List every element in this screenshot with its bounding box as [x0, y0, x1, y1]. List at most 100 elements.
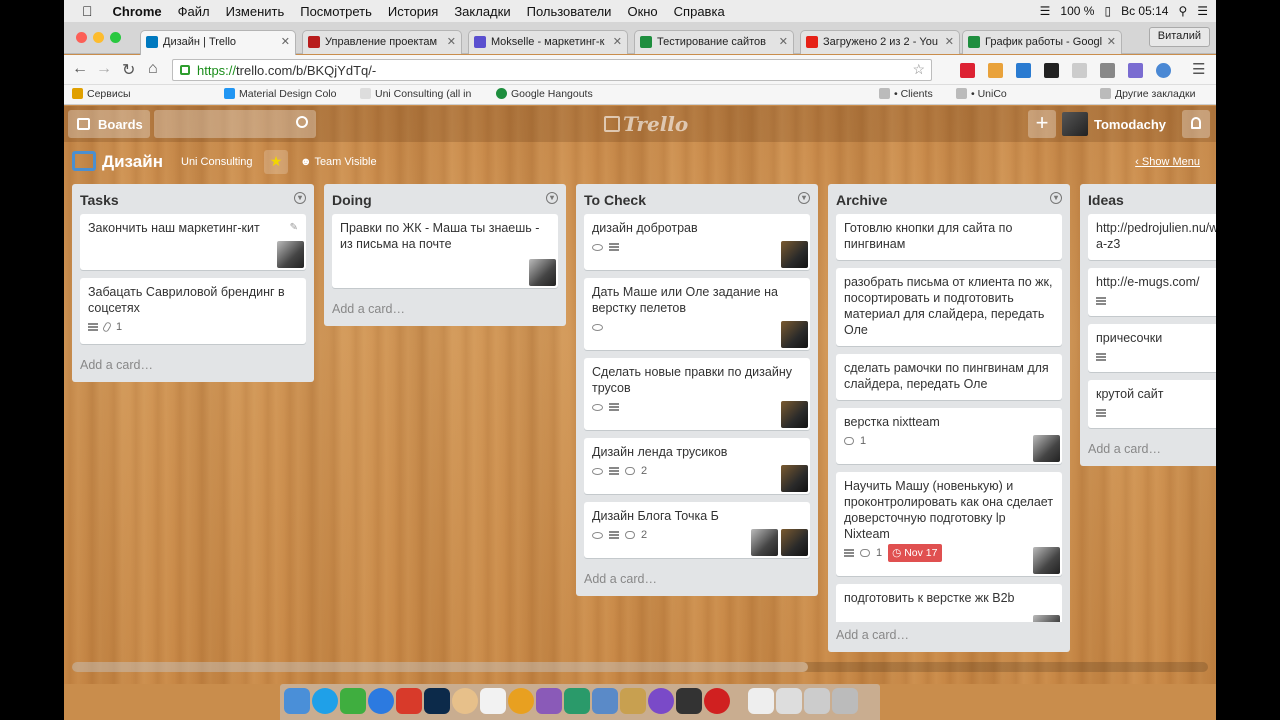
add-card-link[interactable]: Add a card…: [1080, 436, 1216, 466]
notifications-icon[interactable]: ☰: [1197, 4, 1208, 18]
list-title[interactable]: Doing: [332, 192, 372, 208]
battery-icon[interactable]: ▯: [1104, 4, 1111, 18]
list-title[interactable]: Archive: [836, 192, 887, 208]
list-menu-icon[interactable]: ▾: [798, 192, 810, 204]
battery-text[interactable]: 100 %: [1060, 4, 1094, 18]
list-header[interactable]: Archive ▾: [828, 184, 1070, 214]
bookmark-uni[interactable]: Uni Consulting (all in: [360, 88, 471, 100]
other-bookmarks[interactable]: Другие закладки: [1100, 88, 1195, 100]
close-tab-icon[interactable]: ✕: [1107, 35, 1116, 48]
list-card[interactable]: дизайн добротрав: [584, 214, 810, 270]
menu-view[interactable]: Посмотреть: [300, 4, 372, 19]
avatar[interactable]: [781, 465, 808, 492]
tab-projects[interactable]: Управление проектам ✕: [302, 30, 462, 54]
reload-icon[interactable]: ↻: [122, 60, 135, 80]
tab-trello[interactable]: Дизайн | Trello ✕: [140, 30, 296, 55]
list-card[interactable]: подготовить к верстке жк B2b: [836, 584, 1062, 622]
close-tab-icon[interactable]: ✕: [447, 35, 456, 48]
list-cards-scroll[interactable]: Готовлю кнопки для сайта по пингвинам ра…: [828, 214, 1070, 622]
list-menu-icon[interactable]: ▾: [1050, 192, 1062, 204]
list-card[interactable]: http://pedrojulien.nu/work=sony-xperia-z…: [1088, 214, 1216, 260]
menu-history[interactable]: История: [388, 4, 438, 19]
wifi-icon[interactable]: ☰: [1040, 4, 1051, 18]
forward-icon[interactable]: →: [96, 60, 112, 78]
app-icon[interactable]: [620, 688, 646, 714]
list-card[interactable]: Сделать новые правки по дизайну трусов: [584, 358, 810, 430]
avatar[interactable]: [781, 529, 808, 556]
close-window-button[interactable]: [76, 32, 87, 43]
menu-app[interactable]: Chrome: [113, 4, 162, 19]
list-header[interactable]: Tasks ▾: [72, 184, 314, 214]
list-card[interactable]: Правки по ЖК - Маша ты знаешь - из письм…: [332, 214, 558, 288]
tab-mokselle[interactable]: Mokselle - маркетинг-к ✕: [468, 30, 628, 54]
list-title[interactable]: To Check: [584, 192, 646, 208]
close-tab-icon[interactable]: ✕: [281, 35, 290, 48]
add-card-link[interactable]: Add a card…: [576, 566, 818, 596]
chrome-icon[interactable]: [508, 688, 534, 714]
tab-testing[interactable]: Тестирование сайтов ✕: [634, 30, 794, 54]
trash-icon[interactable]: [832, 688, 858, 714]
zoom-window-button[interactable]: [110, 32, 121, 43]
extension-icon[interactable]: [960, 63, 975, 78]
search-icon[interactable]: [296, 116, 308, 128]
board-visibility[interactable]: ☻ Team Visible: [300, 156, 377, 168]
edit-pencil-icon[interactable]: ✎: [290, 220, 298, 236]
minimize-window-button[interactable]: [93, 32, 104, 43]
app-icon[interactable]: [396, 688, 422, 714]
avatar[interactable]: [1033, 547, 1060, 574]
extension-icon[interactable]: [988, 63, 1003, 78]
avatar[interactable]: [1033, 435, 1060, 462]
list-card[interactable]: разобрать письма от клиента по жк, посор…: [836, 268, 1062, 346]
apple-icon[interactable]: : [82, 3, 93, 19]
list-card[interactable]: крутой сайт: [1088, 380, 1216, 428]
list-card[interactable]: верстка nixtteam 1: [836, 408, 1062, 464]
clock[interactable]: Вс 05:14: [1121, 4, 1168, 18]
avatar[interactable]: [529, 259, 556, 286]
eyedropper-icon[interactable]: [1100, 63, 1115, 78]
add-card-link[interactable]: Add a card…: [828, 622, 1070, 652]
globe-icon[interactable]: [1156, 63, 1171, 78]
add-card-link[interactable]: Add a card…: [324, 296, 566, 326]
back-icon[interactable]: ←: [72, 60, 88, 78]
add-card-link[interactable]: Add a card…: [72, 352, 314, 382]
extension-icon[interactable]: [1016, 63, 1031, 78]
close-tab-icon[interactable]: ✕: [945, 35, 954, 48]
app-icon[interactable]: [452, 688, 478, 714]
member-menu[interactable]: Tomodachy: [1060, 110, 1180, 138]
menu-window[interactable]: Окно: [627, 4, 657, 19]
show-menu-link[interactable]: ‹ Show Menu: [1135, 156, 1200, 168]
tab-schedule[interactable]: График работы - Googl ✕: [962, 30, 1122, 54]
opera-icon[interactable]: [704, 688, 730, 714]
list-card[interactable]: Дизайн Блога Точка Б 2: [584, 502, 810, 558]
bookmark-services[interactable]: Сервисы: [72, 88, 131, 100]
trello-logo[interactable]: Trello: [604, 112, 688, 136]
finder-icon[interactable]: [284, 688, 310, 714]
star-icon[interactable]: ★: [264, 150, 288, 174]
horizontal-scrollbar[interactable]: [72, 662, 1208, 672]
search-input[interactable]: [154, 110, 316, 138]
safari-icon[interactable]: [368, 688, 394, 714]
list-card[interactable]: Забацать Савриловой брендинг в соцсетях …: [80, 278, 306, 344]
list-menu-icon[interactable]: ▾: [294, 192, 306, 204]
app-icon[interactable]: [592, 688, 618, 714]
menu-edit[interactable]: Изменить: [226, 4, 285, 19]
board-org[interactable]: Uni Consulting: [181, 156, 253, 168]
viber-icon[interactable]: [648, 688, 674, 714]
list-card[interactable]: Готовлю кнопки для сайта по пингвинам: [836, 214, 1062, 260]
photoshop-icon[interactable]: [424, 688, 450, 714]
close-tab-icon[interactable]: ✕: [613, 35, 622, 48]
document-icon[interactable]: [748, 688, 774, 714]
list-title[interactable]: Tasks: [80, 192, 119, 208]
profile-button[interactable]: Виталий: [1148, 27, 1210, 47]
avatar[interactable]: [781, 401, 808, 428]
list-card[interactable]: причесочки: [1088, 324, 1216, 372]
calendar-icon[interactable]: [480, 688, 506, 714]
extension-icon[interactable]: [1044, 63, 1059, 78]
list-card[interactable]: Закончить наш маркетинг-кит ✎: [80, 214, 306, 270]
app-icon[interactable]: [676, 688, 702, 714]
home-icon[interactable]: ⌂: [148, 60, 158, 78]
menu-people[interactable]: Пользователи: [527, 4, 612, 19]
avatar[interactable]: [277, 241, 304, 268]
extension-icon[interactable]: [1072, 63, 1087, 78]
bookmark-hangouts[interactable]: Google Hangouts: [496, 88, 593, 100]
